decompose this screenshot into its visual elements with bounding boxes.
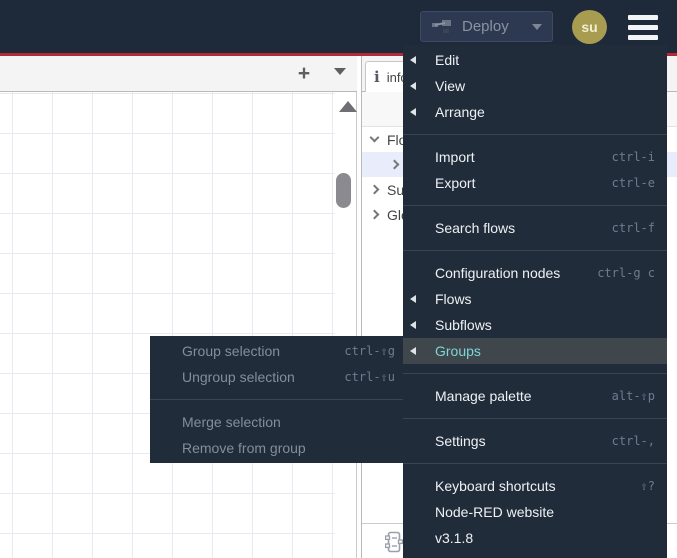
menu-item-search-flows[interactable]: Search flows ctrl-f (403, 215, 667, 241)
menu-item-label: Flows (435, 291, 472, 307)
menu-item-label: View (435, 78, 466, 94)
menu-item-merge-selection[interactable]: Merge selection (150, 409, 407, 435)
submenu-arrow-icon (410, 347, 416, 355)
workspace-tab-bar: + (0, 56, 357, 92)
shortcut-label: ctrl-i (611, 150, 655, 164)
menu-item-keyboard-shortcuts[interactable]: Keyboard shortcuts ⇧? (403, 473, 667, 499)
menu-item-label: Merge selection (182, 414, 281, 430)
menu-item-configuration-nodes[interactable]: Configuration nodes ctrl-g c (403, 260, 667, 286)
chevron-right-icon (369, 184, 380, 195)
add-flow-button[interactable]: + (293, 63, 315, 85)
main-menu-button[interactable] (628, 15, 658, 40)
shortcut-label: alt-⇧p (611, 389, 655, 403)
chevron-down-icon (369, 132, 380, 143)
menu-item-edit[interactable]: Edit (403, 47, 667, 73)
info-icon: i (374, 68, 380, 86)
menu-item-view[interactable]: View (403, 73, 667, 99)
menu-item-label: Edit (435, 52, 460, 68)
shortcut-label: ctrl-e (611, 176, 655, 190)
menu-item-export[interactable]: Export ctrl-e (403, 170, 667, 196)
menu-item-arrange[interactable]: Arrange (403, 99, 667, 125)
main-menu-dropdown: Edit View Arrange Import ctrl-i Export c… (403, 45, 667, 558)
menu-separator (403, 463, 667, 464)
deploy-icon (432, 19, 451, 33)
menu-item-label: Keyboard shortcuts (435, 478, 556, 494)
menu-item-label: Subflows (435, 317, 492, 333)
menu-item-label: Manage palette (435, 388, 532, 404)
menu-item-import[interactable]: Import ctrl-i (403, 144, 667, 170)
menu-separator (403, 250, 667, 251)
shortcut-label: ⇧? (640, 479, 655, 493)
deploy-button[interactable]: Deploy (420, 11, 553, 42)
menu-item-label: Export (435, 175, 476, 191)
hamburger-icon (628, 15, 658, 20)
menu-item-version[interactable]: v3.1.8 (403, 525, 667, 551)
node-outline-icon (385, 531, 403, 553)
flow-canvas[interactable] (0, 92, 335, 558)
chevron-right-icon (369, 209, 380, 220)
submenu-arrow-icon (410, 321, 416, 329)
menu-item-label: Search flows (435, 220, 516, 236)
submenu-arrow-icon (410, 295, 416, 303)
hamburger-icon (628, 25, 658, 30)
canvas-scrollbar-thumb[interactable] (336, 173, 351, 208)
deploy-label: Deploy (462, 18, 509, 35)
shortcut-label: ctrl-f (611, 221, 655, 235)
groups-submenu: Group selection ctrl-⇧g Ungroup selectio… (150, 336, 407, 463)
menu-item-label: Import (435, 149, 475, 165)
menu-item-flows[interactable]: Flows (403, 286, 667, 312)
menu-item-label: Node-RED website (435, 504, 555, 520)
deploy-dropdown-icon[interactable] (532, 23, 542, 30)
menu-separator (403, 418, 667, 419)
shortcut-label: ctrl-g c (597, 266, 655, 280)
menu-item-label: Configuration nodes (435, 265, 561, 281)
avatar-initials: su (581, 19, 598, 35)
menu-item-groups[interactable]: Groups (403, 338, 667, 364)
menu-item-label: v3.1.8 (435, 530, 474, 546)
shortcut-label: ctrl-⇧u (344, 370, 395, 384)
shortcut-label: ctrl-⇧g (344, 344, 395, 358)
menu-item-ungroup-selection[interactable]: Ungroup selection ctrl-⇧u (150, 364, 407, 390)
menu-item-settings[interactable]: Settings ctrl-, (403, 428, 667, 454)
submenu-arrow-icon (410, 56, 416, 64)
chevron-right-icon (389, 159, 400, 170)
user-avatar[interactable]: su (572, 10, 607, 44)
shortcut-label: ctrl-, (611, 434, 655, 448)
menu-separator (403, 205, 667, 206)
menu-item-label: Groups (435, 343, 481, 359)
menu-item-subflows[interactable]: Subflows (403, 312, 667, 338)
menu-item-label: Settings (435, 433, 486, 449)
menu-item-nodered-website[interactable]: Node-RED website (403, 499, 667, 525)
menu-item-manage-palette[interactable]: Manage palette alt-⇧p (403, 383, 667, 409)
menu-item-label: Remove from group (182, 440, 306, 456)
menu-item-group-selection[interactable]: Group selection ctrl-⇧g (150, 338, 407, 364)
menu-separator (150, 399, 407, 400)
flow-list-dropdown-icon[interactable] (334, 68, 346, 75)
menu-item-label: Arrange (435, 104, 485, 120)
menu-separator (403, 373, 667, 374)
scroll-up-icon[interactable] (339, 101, 357, 112)
submenu-arrow-icon (410, 82, 416, 90)
menu-separator (403, 134, 667, 135)
canvas-scrollbar-track[interactable] (335, 92, 357, 558)
menu-item-label: Group selection (182, 343, 281, 359)
menu-item-label: Ungroup selection (182, 369, 295, 385)
submenu-arrow-icon (410, 108, 416, 116)
menu-item-remove-from-group[interactable]: Remove from group (150, 435, 407, 461)
hamburger-icon (628, 35, 658, 40)
